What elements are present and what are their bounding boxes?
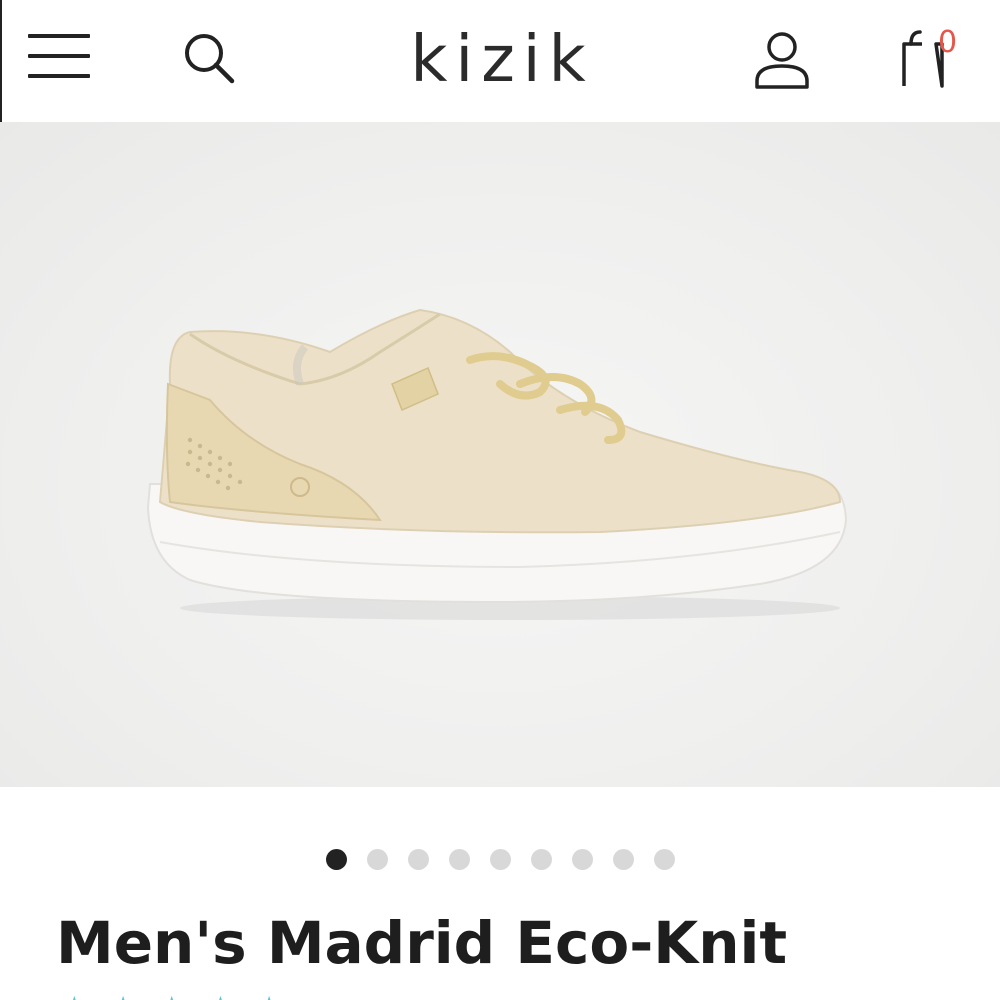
star-icon: ★	[109, 992, 138, 1000]
shopping-bag-icon[interactable]	[896, 26, 968, 92]
sneaker-image	[146, 308, 848, 620]
carousel-dot[interactable]	[531, 849, 552, 870]
site-header: kizik 0	[0, 0, 1000, 122]
cart-count-badge[interactable]: 0	[938, 26, 957, 60]
carousel-dot[interactable]	[408, 849, 429, 870]
search-icon[interactable]	[180, 30, 236, 86]
star-icon: ★	[60, 992, 89, 1000]
carousel-dot[interactable]	[572, 849, 593, 870]
star-icon: ★	[206, 992, 235, 1000]
carousel-dot[interactable]	[613, 849, 634, 870]
product-image[interactable]	[0, 122, 1000, 787]
carousel-dot[interactable]	[490, 849, 511, 870]
carousel-dot[interactable]	[326, 849, 347, 870]
carousel-dot[interactable]	[449, 849, 470, 870]
star-icon: ★	[255, 992, 284, 1000]
account-icon[interactable]	[752, 30, 812, 90]
star-icon: ★	[157, 992, 186, 1000]
site-logo[interactable]: kizik	[402, 20, 602, 100]
hamburger-menu-icon[interactable]	[28, 34, 92, 82]
rating-stars[interactable]: ★ ★ ★ ★ ★	[60, 992, 283, 1000]
product-title: Men's Madrid Eco-Knit	[56, 909, 788, 977]
carousel-dot[interactable]	[367, 849, 388, 870]
carousel-dot[interactable]	[654, 849, 675, 870]
carousel-indicator	[326, 849, 675, 870]
